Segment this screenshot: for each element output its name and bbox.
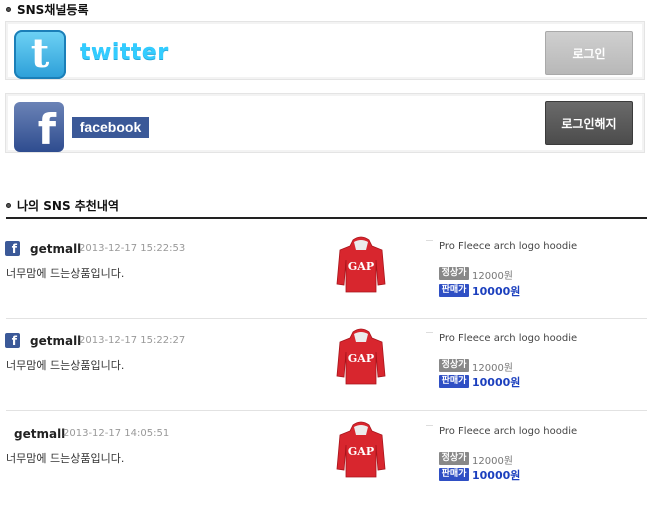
- row-time: 2013-12-17 15:22:27: [79, 335, 186, 346]
- twitter-logo-icon: t: [14, 30, 66, 79]
- sns-register-heading: SNS채널등록: [6, 1, 89, 18]
- hoodie-product-image[interactable]: GAP: [336, 236, 386, 294]
- row-product-name[interactable]: Pro Fleece arch logo hoodie: [439, 241, 577, 252]
- row-time: 2013-12-17 15:22:53: [79, 243, 186, 254]
- normal-price-label: 정상가: [439, 452, 469, 465]
- twitter-panel-inner: t twitter 로그인: [8, 24, 642, 79]
- normal-price: 12000원: [472, 456, 514, 467]
- hoodie-product-image[interactable]: GAP: [336, 421, 386, 479]
- row-separator: [6, 318, 647, 319]
- bullet-icon: [6, 7, 11, 12]
- facebook-icon: f: [5, 241, 20, 256]
- facebook-panel: f facebook 로그인해지: [5, 93, 645, 154]
- facebook-panel-inner: f facebook 로그인해지: [8, 96, 642, 154]
- recommend-row: f getmall 2013-12-17 15:22:53 너무맘에 드는상품입…: [0, 236, 650, 333]
- recommend-row: f getmall 2013-12-17 15:22:27 너무맘에 드는상품입…: [0, 328, 650, 425]
- row-product-name[interactable]: Pro Fleece arch logo hoodie: [439, 333, 577, 344]
- recommend-heading: 나의 SNS 추천내역: [6, 197, 119, 214]
- row-separator: [6, 410, 647, 411]
- facebook-wordmark: facebook: [72, 117, 149, 138]
- row-product-name[interactable]: Pro Fleece arch logo hoodie: [439, 426, 577, 437]
- section-divider: [6, 217, 647, 219]
- row-comment: 너무맘에 드는상품입니다.: [6, 359, 125, 372]
- normal-price-label: 정상가: [439, 359, 469, 372]
- sale-price-label: 판매가: [439, 468, 469, 481]
- row-comment: 너무맘에 드는상품입니다.: [6, 452, 125, 465]
- sale-price-label: 판매가: [439, 375, 469, 388]
- normal-price: 12000원: [472, 363, 514, 374]
- product-divider: [426, 332, 433, 333]
- normal-price: 12000원: [472, 271, 514, 282]
- svg-text:GAP: GAP: [348, 260, 374, 273]
- product-divider: [426, 240, 433, 241]
- normal-price-label: 정상가: [439, 267, 469, 280]
- row-time: 2013-12-17 14:05:51: [63, 428, 170, 439]
- sale-price: 10000원: [472, 469, 521, 482]
- svg-text:GAP: GAP: [348, 352, 374, 365]
- recommend-row: getmall 2013-12-17 14:05:51 너무맘에 드는상품입니다…: [0, 421, 650, 518]
- facebook-icon: f: [5, 333, 20, 348]
- svg-text:GAP: GAP: [348, 445, 374, 458]
- sale-price: 10000원: [472, 285, 521, 298]
- facebook-logout-button[interactable]: 로그인해지: [545, 101, 633, 145]
- row-user[interactable]: getmall: [30, 242, 81, 256]
- sale-price: 10000원: [472, 376, 521, 389]
- hoodie-product-image[interactable]: GAP: [336, 328, 386, 386]
- sns-register-title: SNS채널등록: [17, 3, 89, 17]
- product-divider: [426, 425, 433, 426]
- twitter-wordmark: twitter: [80, 40, 169, 65]
- bullet-icon: [6, 203, 11, 208]
- twitter-login-button[interactable]: 로그인: [545, 31, 633, 75]
- row-user[interactable]: getmall: [14, 427, 65, 441]
- row-user[interactable]: getmall: [30, 334, 81, 348]
- row-comment: 너무맘에 드는상품입니다.: [6, 267, 125, 280]
- twitter-panel: t twitter 로그인: [5, 21, 645, 80]
- recommend-title: 나의 SNS 추천내역: [17, 199, 119, 213]
- facebook-logo-icon: f: [14, 102, 64, 154]
- sale-price-label: 판매가: [439, 284, 469, 297]
